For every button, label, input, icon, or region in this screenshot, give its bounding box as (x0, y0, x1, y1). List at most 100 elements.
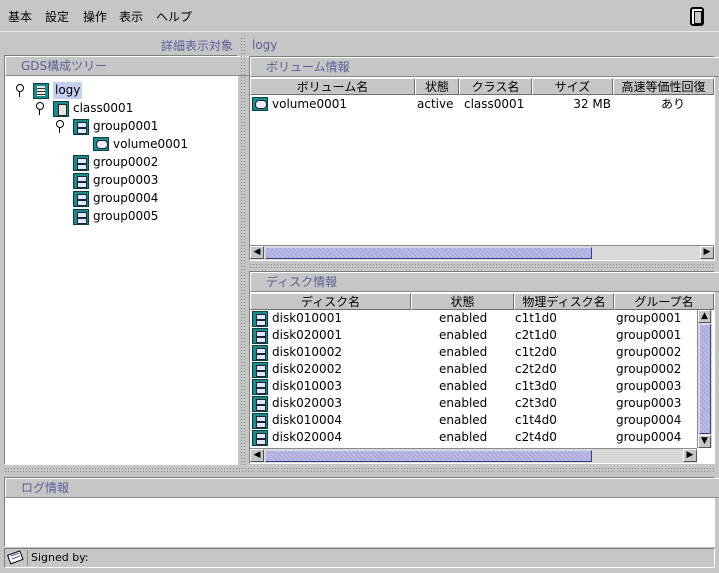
expand-handle-icon[interactable] (55, 120, 65, 134)
tree-node[interactable]: group0005 (5, 208, 237, 225)
table-splitter[interactable] (249, 263, 715, 268)
tree-node[interactable]: logy (5, 82, 237, 99)
gds-tree: logy class0001 group0001 volume0001 group000… (5, 76, 237, 462)
scroll-up-icon[interactable]: ▲ (698, 310, 711, 323)
disk-row[interactable]: disk010004 enabled c1t4d0 group0004 (250, 412, 697, 429)
disk-vscroll-thumb[interactable] (699, 324, 711, 434)
volume-icon (93, 137, 109, 151)
disk-row[interactable]: disk010003 enabled c1t3d0 group0003 (250, 378, 697, 395)
disk-cell: group0003 (616, 379, 682, 393)
col-volume-jrm[interactable]: 高速等価性回復 (613, 78, 714, 95)
disk-info-title: ディスク情報 (250, 272, 719, 292)
col-physical-disk[interactable]: 物理ディスク名 (514, 293, 614, 310)
tree-node[interactable]: group0002 (5, 154, 237, 171)
disk-cell: group0003 (616, 396, 682, 410)
disk-table-body: disk010001 enabled c1t1d0 group0001 disk0200… (250, 310, 697, 448)
log-splitter[interactable] (4, 467, 715, 473)
disk-cell: enabled (439, 328, 488, 342)
scroll-right-icon[interactable]: ▶ (700, 246, 714, 259)
volume-cell: class0001 (464, 97, 525, 111)
disk-row[interactable]: disk020001 enabled c2t1d0 group0001 (250, 327, 697, 344)
scroll-left-icon[interactable]: ◀ (250, 449, 264, 462)
disk-row[interactable]: disk010001 enabled c1t1d0 group0001 (250, 310, 697, 327)
disk-cell: enabled (439, 345, 488, 359)
col-volume-name[interactable]: ボリューム名 (250, 78, 415, 95)
col-volume-status[interactable]: 状態 (415, 78, 459, 95)
disk-icon (252, 396, 268, 412)
disk-hscroll-thumb[interactable] (265, 450, 592, 462)
disk-cell: c1t4d0 (515, 413, 557, 427)
volume-table-body: volume0001 active class0001 32 MB あり (250, 96, 714, 242)
disk-cell: enabled (439, 396, 488, 410)
volume-table-header: ボリューム名 状態 クラス名 サイズ 高速等価性回復 (250, 78, 714, 95)
vertical-splitter[interactable] (240, 37, 246, 465)
disk-cell: c2t3d0 (515, 396, 557, 410)
menu-settings[interactable]: 設定 (45, 8, 69, 25)
menu-operation[interactable]: 操作 (83, 8, 107, 25)
tree-node[interactable]: group0003 (5, 172, 237, 189)
disk-table-header: ディスク名 状態 物理ディスク名 グループ名 (250, 293, 714, 310)
log-content (9, 500, 709, 544)
scroll-down-icon[interactable]: ▼ (698, 435, 711, 448)
disk-cell: disk010004 (272, 413, 342, 427)
col-volume-size[interactable]: サイズ (532, 78, 613, 95)
signed-by-text: Signed by: (31, 551, 89, 564)
detail-target-label: 詳細表示対象 (160, 39, 233, 53)
log-panel: ログ情報 (4, 477, 719, 547)
group-icon (73, 209, 89, 225)
disk-icon (252, 345, 268, 361)
tree-node-label: group0003 (93, 173, 159, 187)
expand-handle-icon[interactable] (35, 102, 45, 116)
group-icon (73, 173, 89, 189)
disk-vscrollbar[interactable]: ▲ ▼ (697, 310, 712, 448)
expand-handle-icon[interactable] (15, 84, 25, 98)
volume-cell: active (417, 97, 454, 111)
disk-info-panel: ディスク情報 ディスク名 状態 物理ディスク名 グループ名 disk010001… (249, 271, 719, 464)
disk-cell: c2t2d0 (515, 362, 557, 376)
col-disk-status[interactable]: 状態 (411, 293, 514, 310)
disk-cell: disk020001 (272, 328, 342, 342)
tree-node[interactable]: class0001 (5, 100, 237, 117)
volume-icon (252, 97, 268, 111)
disk-hscrollbar[interactable]: ◀ ▶ (250, 448, 697, 463)
disk-row[interactable]: disk020004 enabled c2t4d0 group0004 (250, 429, 697, 446)
group-icon (73, 191, 89, 207)
disk-cell: disk020002 (272, 362, 342, 376)
disk-cell: group0002 (616, 345, 682, 359)
volume-hscroll-thumb[interactable] (265, 247, 592, 259)
log-title: ログ情報 (5, 478, 719, 498)
tree-node-label: class0001 (73, 101, 134, 115)
volume-hscrollbar[interactable]: ◀ ▶ (250, 245, 714, 260)
disk-icon (252, 379, 268, 395)
status-bar: Signed by: (4, 548, 715, 568)
gds-tree-title: GDS構成ツリー (5, 56, 254, 76)
volume-cell: volume0001 (272, 97, 347, 111)
tree-node-label: group0001 (93, 119, 159, 133)
disk-cell: c1t1d0 (515, 311, 557, 325)
disk-row[interactable]: disk020003 enabled c2t3d0 group0003 (250, 395, 697, 412)
menu-view[interactable]: 表示 (119, 8, 143, 25)
disk-cell: c1t3d0 (515, 379, 557, 393)
disk-row[interactable]: disk010002 enabled c1t2d0 group0002 (250, 344, 697, 361)
tree-node[interactable]: group0004 (5, 190, 237, 207)
col-group-name[interactable]: グループ名 (614, 293, 714, 310)
volume-row[interactable]: volume0001 active class0001 32 MB あり (250, 96, 714, 113)
menu-bar: 基本 設定 操作 表示 ヘルプ (0, 0, 719, 32)
col-volume-class[interactable]: クラス名 (459, 78, 532, 95)
disk-cell: enabled (439, 379, 488, 393)
scroll-right-icon[interactable]: ▶ (683, 449, 697, 462)
disk-cell: enabled (439, 413, 488, 427)
app-device-icon (690, 7, 704, 26)
group-icon (73, 155, 89, 171)
tree-node[interactable]: group0001 (5, 118, 237, 135)
volume-cell: 32 MB (573, 97, 611, 111)
group-icon (73, 119, 89, 135)
disk-icon (252, 362, 268, 378)
menu-basic[interactable]: 基本 (8, 8, 32, 25)
scroll-left-icon[interactable]: ◀ (250, 246, 264, 259)
disk-row[interactable]: disk020002 enabled c2t2d0 group0002 (250, 361, 697, 378)
tree-node[interactable]: volume0001 (5, 136, 237, 153)
col-disk-name[interactable]: ディスク名 (250, 293, 411, 310)
menu-help[interactable]: ヘルプ (156, 8, 192, 25)
volume-info-title: ボリューム情報 (250, 57, 719, 77)
